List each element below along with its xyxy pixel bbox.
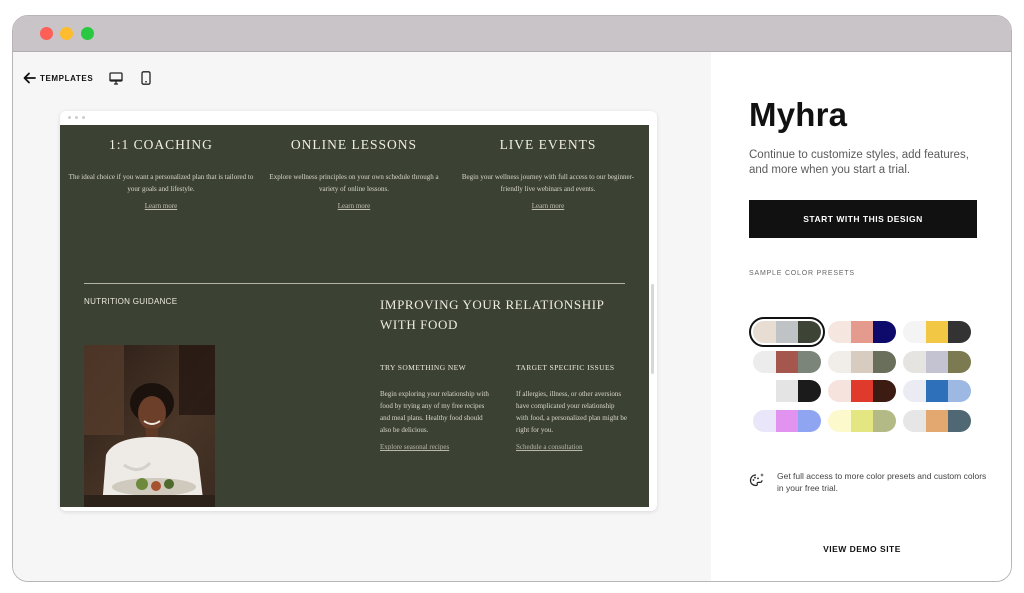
schedule-consultation-link[interactable]: Schedule a consultation	[516, 443, 582, 451]
color-preset-swatch[interactable]	[828, 410, 896, 432]
learn-more-link[interactable]: Learn more	[145, 202, 177, 210]
preset-color-segment	[873, 321, 896, 343]
color-preset-swatch[interactable]	[903, 380, 971, 402]
color-preset-swatch[interactable]	[753, 380, 821, 402]
service-column: 1:1 COACHING The ideal choice if you wan…	[66, 137, 256, 213]
preset-color-segment	[873, 351, 896, 373]
color-preset-swatch[interactable]	[828, 380, 896, 402]
back-to-templates-button[interactable]: TEMPLATES	[23, 72, 93, 84]
section-heading: IMPROVING YOUR RELATIONSHIP WITH FOOD	[380, 297, 604, 332]
color-preset-swatch[interactable]	[828, 351, 896, 373]
preset-color-segment	[948, 321, 971, 343]
preset-color-segment	[775, 380, 799, 402]
palette-sparkle-icon	[749, 473, 764, 487]
color-preset-swatch[interactable]	[828, 321, 896, 343]
arrow-left-icon	[23, 72, 36, 84]
preset-color-segment	[753, 410, 776, 432]
preset-color-segment	[948, 380, 971, 402]
preset-color-segment	[753, 380, 776, 402]
preset-color-segment	[873, 380, 896, 402]
frame-dots	[68, 116, 85, 119]
preset-color-segment	[775, 410, 799, 432]
color-preset-swatch[interactable]	[903, 351, 971, 373]
preset-color-segment	[925, 351, 949, 373]
desktop-icon	[109, 71, 123, 85]
learn-more-link[interactable]: Learn more	[338, 202, 370, 210]
preset-color-segment	[753, 351, 776, 373]
preset-color-segment	[903, 410, 926, 432]
preset-color-segment	[903, 321, 926, 343]
portrait-image	[84, 345, 215, 507]
preset-color-segment	[828, 380, 851, 402]
color-preset-swatch[interactable]	[903, 321, 971, 343]
template-subtitle: Continue to customize styles, add featur…	[749, 149, 969, 176]
preset-color-segment	[948, 351, 971, 373]
preset-color-segment	[828, 321, 851, 343]
back-label: TEMPLATES	[40, 73, 94, 83]
preset-color-segment	[753, 321, 776, 343]
preset-color-segment	[798, 321, 821, 343]
start-with-design-button[interactable]: START WITH THIS DESIGN	[749, 200, 977, 238]
browser-window: TEMPLATES 1:1 COACHING The ideal choice …	[12, 15, 1012, 582]
column-description: Explore wellness principles on your own …	[269, 173, 439, 193]
color-preset-swatch[interactable]	[753, 410, 821, 432]
promo-note: Get full access to more color presets an…	[749, 470, 989, 494]
minimize-window-button[interactable]	[60, 27, 73, 40]
column-title: LIVE EVENTS	[499, 137, 597, 152]
preset-color-segment	[850, 410, 874, 432]
preset-color-segment	[925, 321, 949, 343]
preview-pane: TEMPLATES 1:1 COACHING The ideal choice …	[13, 52, 711, 581]
preset-color-segment	[873, 410, 896, 432]
promo-text: Get full access to more color presets an…	[777, 471, 987, 493]
window-titlebar	[13, 16, 1011, 52]
preset-color-segment	[903, 351, 926, 373]
preview-toolbar: TEMPLATES	[23, 70, 153, 86]
desktop-view-button[interactable]	[109, 71, 123, 85]
maximize-window-button[interactable]	[81, 27, 94, 40]
column-description: Begin your wellness journey with full ac…	[461, 173, 635, 193]
column-description: The ideal choice if you want a personali…	[68, 173, 254, 193]
preset-color-segment	[925, 410, 949, 432]
details-panel: Myhra Continue to customize styles, add …	[711, 52, 1011, 581]
column-title: ONLINE LESSONS	[290, 137, 418, 152]
nutrition-label: NUTRITION GUIDANCE	[84, 297, 178, 306]
close-window-button[interactable]	[40, 27, 53, 40]
subsection-right: TARGET SPECIFIC ISSUES If allergies, ill…	[516, 363, 628, 454]
template-site[interactable]: 1:1 COACHING The ideal choice if you wan…	[60, 125, 649, 507]
preset-color-segment	[850, 321, 874, 343]
preset-color-segment	[828, 351, 851, 373]
preset-color-segment	[925, 380, 949, 402]
explore-recipes-link[interactable]: Explore seasonal recipes	[380, 443, 449, 451]
preset-color-segment	[798, 410, 821, 432]
color-preset-swatch[interactable]	[903, 410, 971, 432]
template-title: Myhra	[749, 96, 848, 133]
subsection-title: TRY SOMETHING NEW	[380, 363, 467, 372]
subsection-left: TRY SOMETHING NEW Begin exploring your r…	[380, 363, 492, 454]
presets-label: SAMPLE COLOR PRESETS	[749, 270, 855, 277]
service-column: LIVE EVENTS Begin your wellness journey …	[453, 137, 643, 213]
subsection-title: TARGET SPECIFIC ISSUES	[516, 363, 615, 372]
preset-color-segment	[798, 380, 821, 402]
column-title: 1:1 COACHING	[109, 137, 213, 152]
color-preset-swatch[interactable]	[749, 317, 825, 347]
preset-color-segment	[775, 321, 799, 343]
preview-scrollbar[interactable]	[651, 284, 654, 374]
section-divider	[84, 283, 625, 284]
preset-color-segment	[775, 351, 799, 373]
preset-color-segment	[948, 410, 971, 432]
preset-color-segment	[850, 351, 874, 373]
preset-color-segment	[850, 380, 874, 402]
preset-color-segment	[903, 380, 926, 402]
preset-color-segment	[798, 351, 821, 373]
subsection-description: Begin exploring your relationship with f…	[380, 390, 489, 434]
view-demo-site-link[interactable]: VIEW DEMO SITE	[711, 544, 1011, 554]
portrait-photo	[84, 345, 215, 507]
color-preset-swatch[interactable]	[753, 351, 821, 373]
mobile-view-button[interactable]	[139, 71, 153, 85]
preset-color-segment	[828, 410, 851, 432]
subsection-description: If allergies, illness, or other aversion…	[516, 390, 627, 434]
service-column: ONLINE LESSONS Explore wellness principl…	[259, 137, 449, 213]
mobile-icon	[141, 71, 151, 85]
learn-more-link[interactable]: Learn more	[532, 202, 564, 210]
